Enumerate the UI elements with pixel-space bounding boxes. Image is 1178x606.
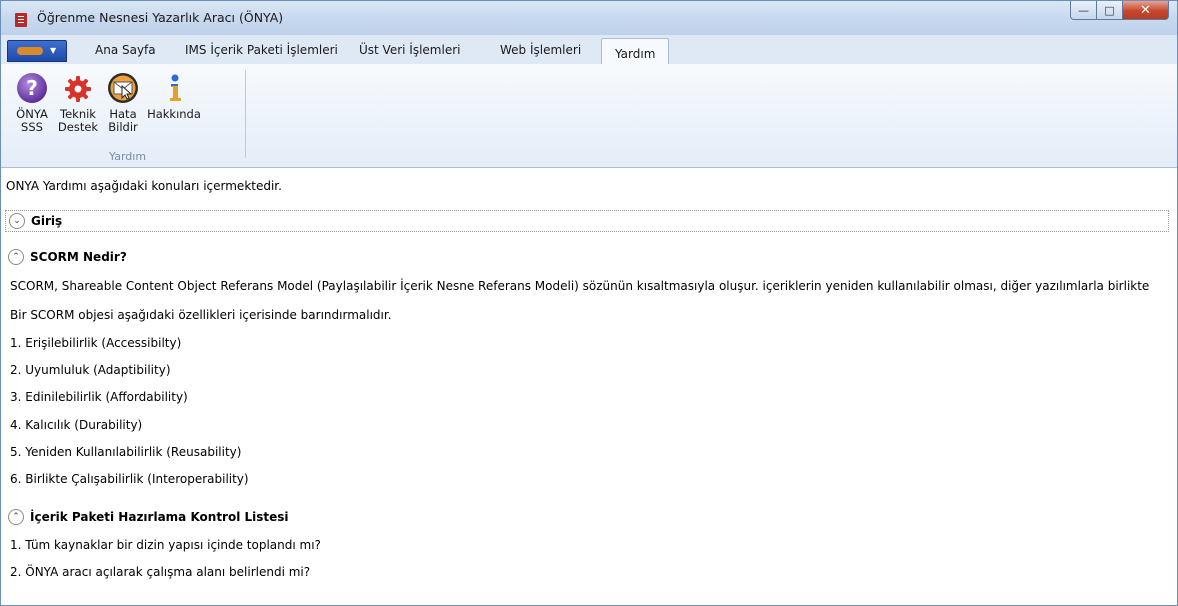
hata-bildir-button[interactable]: Hata Bildir [105, 72, 141, 133]
ribbon-tab-row: ▼ Ana Sayfa IMS İçerik Paketi İşlemleri … [1, 35, 1177, 65]
collapse-chevron-up-icon[interactable]: ⌃ [8, 509, 24, 525]
scorm-line-7: 5. Yeniden Kullanılabilirlik (Reusabilit… [10, 445, 242, 459]
minimize-button[interactable]: — [1070, 1, 1097, 20]
section-scorm-title: SCORM Nedir? [30, 250, 127, 264]
ribbon-panel: ? ÖNYA SSS Teknik Destek Hata Bildir Hak… [1, 64, 1177, 168]
hata-bildir-label-1: Hata [109, 107, 137, 121]
section-checklist-header[interactable]: ⌃ İçerik Paketi Hazırlama Kontrol Listes… [5, 506, 289, 528]
window-controls: — □ ✕ [1070, 1, 1169, 20]
help-content: ONYA Yardımı aşağıdaki konuları içermekt… [1, 168, 1177, 605]
hakkinda-label: Hakkında [147, 107, 201, 121]
onya-sss-button[interactable]: ? ÖNYA SSS [13, 72, 51, 133]
section-giris-title: Giriş [31, 214, 63, 228]
scorm-line-2: Bir SCORM objesi aşağıdaki özellikleri i… [10, 308, 392, 322]
svg-text:?: ? [26, 76, 38, 100]
teknik-destek-label-1: Teknik [60, 107, 96, 121]
onya-sss-label-2: SSS [21, 119, 43, 134]
title-bar[interactable]: Öğrenme Nesnesi Yazarlık Aracı (ÖNYA) — … [1, 1, 1177, 35]
ribbon-group-label: Yardım [109, 150, 147, 163]
app-logo-icon [17, 47, 43, 55]
info-icon [170, 74, 181, 101]
onya-sss-label-1: ÖNYA [16, 107, 48, 121]
close-button[interactable]: ✕ [1123, 1, 1169, 20]
tab-ana-sayfa[interactable]: Ana Sayfa [95, 43, 156, 57]
tab-ims-icerik-paketi[interactable]: IMS İçerik Paketi İşlemleri [185, 43, 338, 57]
ribbon-group-separator [245, 70, 246, 158]
app-window: Öğrenme Nesnesi Yazarlık Aracı (ÖNYA) — … [0, 0, 1178, 606]
hata-bildir-label-2: Bildir [108, 119, 138, 134]
scorm-line-5: 3. Edinilebilirlik (Affordability) [10, 390, 188, 404]
teknik-destek-button[interactable]: Teknik Destek [56, 72, 100, 133]
expand-chevron-down-icon[interactable]: ⌄ [9, 213, 25, 229]
checklist-line-2: 2. ÖNYA aracı açılarak çalışma alanı bel… [10, 565, 311, 579]
tab-yardim[interactable]: Yardım [601, 38, 670, 64]
tab-ust-veri[interactable]: Üst Veri İşlemleri [359, 43, 460, 57]
scorm-line-3: 1. Erişilebilirlik (Accessibilty) [10, 336, 182, 350]
maximize-button[interactable]: □ [1097, 1, 1123, 20]
gear-support-icon [65, 76, 91, 102]
checklist-line-1: 1. Tüm kaynaklar bir dizin yapısı içinde… [10, 538, 321, 552]
application-menu-button[interactable]: ▼ [7, 40, 67, 62]
section-giris-header[interactable]: ⌄ Giriş [5, 210, 1169, 232]
close-icon: ✕ [1140, 2, 1151, 18]
section-checklist-title: İçerik Paketi Hazırlama Kontrol Listesi [30, 510, 289, 524]
scorm-line-4: 2. Uyumluluk (Adaptibility) [10, 363, 171, 377]
help-question-icon: ? [17, 73, 47, 103]
teknik-destek-label-2: Destek [57, 119, 99, 134]
section-scorm-header[interactable]: ⌃ SCORM Nedir? [5, 246, 127, 268]
scorm-line-1: SCORM, Shareable Content Object Referans… [10, 279, 1150, 293]
dropdown-arrow-icon: ▼ [50, 46, 57, 55]
window-title: Öğrenme Nesnesi Yazarlık Aracı (ÖNYA) [37, 10, 284, 25]
intro-text: ONYA Yardımı aşağıdaki konuları içermekt… [6, 179, 282, 193]
scorm-line-8: 6. Birlikte Çalışabilirlik (Interoperabi… [10, 472, 249, 486]
tab-web-islemleri[interactable]: Web İşlemleri [500, 43, 581, 57]
mail-report-icon [108, 73, 138, 103]
hakkinda-button[interactable]: Hakkında [147, 72, 201, 121]
minimize-icon: — [1078, 3, 1089, 17]
app-book-icon [15, 13, 27, 27]
scorm-line-6: 4. Kalıcılık (Durability) [10, 418, 143, 432]
collapse-chevron-up-icon[interactable]: ⌃ [8, 249, 24, 265]
maximize-icon: □ [1104, 3, 1115, 17]
